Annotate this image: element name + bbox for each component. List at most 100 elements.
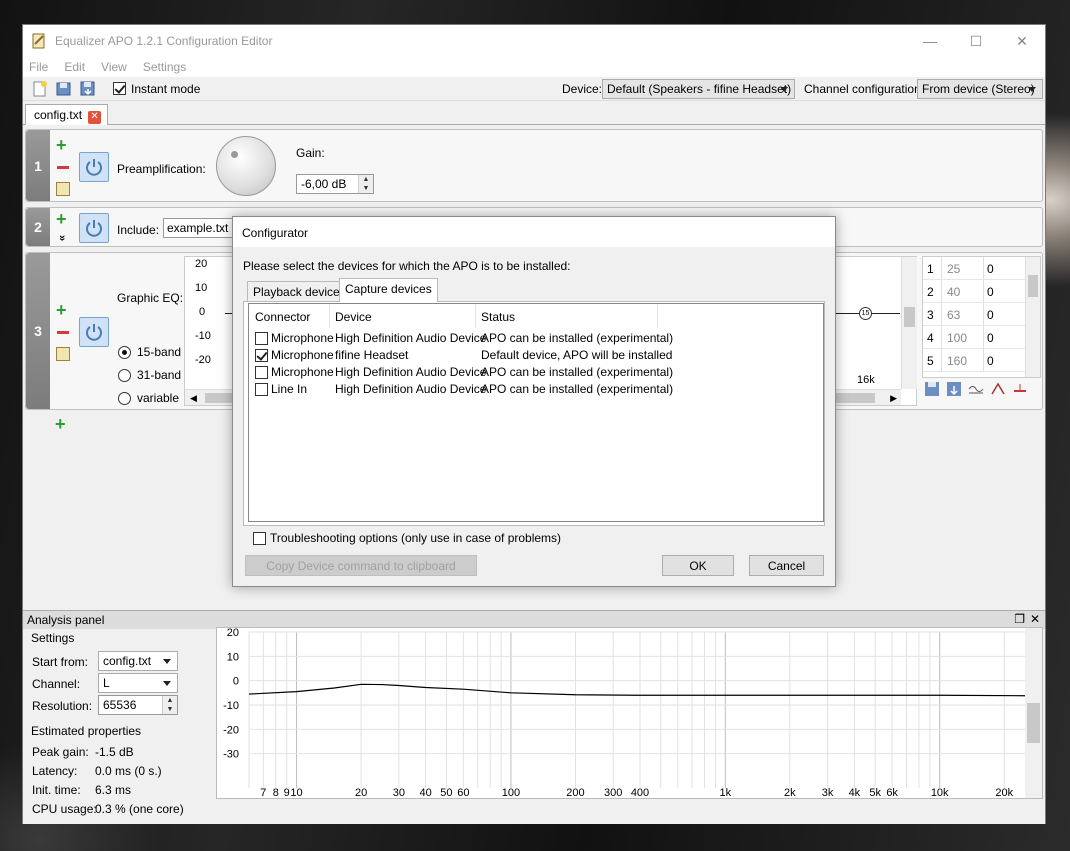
band-row[interactable]: 3 63 0 bbox=[923, 303, 1040, 326]
menu-edit[interactable]: Edit bbox=[64, 60, 85, 74]
power-toggle-icon[interactable] bbox=[79, 317, 109, 347]
band-cell: 2 bbox=[927, 285, 934, 299]
device-row[interactable]: Microphone High Definition Audio Device AP… bbox=[253, 330, 813, 347]
resolution-spinbox[interactable]: 65536 ▲ ▼ bbox=[98, 695, 178, 715]
invert-response-icon[interactable] bbox=[968, 381, 984, 397]
eq-y-tick: -20 bbox=[195, 354, 211, 366]
file-tab[interactable]: config.txt ✕ bbox=[25, 104, 109, 125]
start-from-select[interactable]: config.txt bbox=[98, 651, 178, 671]
band-cell: 25 bbox=[947, 262, 961, 276]
minimize-button[interactable]: — bbox=[907, 25, 953, 57]
radio-31-band-button[interactable] bbox=[118, 369, 131, 383]
instant-mode-checkbox[interactable] bbox=[113, 82, 126, 95]
device-checkbox[interactable] bbox=[255, 366, 268, 379]
close-tab-icon[interactable]: ✕ bbox=[88, 111, 102, 124]
add-filter-icon[interactable]: + bbox=[56, 301, 67, 319]
band-col-divider bbox=[941, 303, 942, 325]
x-tick-label: 1k bbox=[720, 787, 732, 798]
column-status[interactable]: Status bbox=[481, 310, 515, 324]
band-table[interactable]: 1 25 0 2 40 0 3 63 0 4 100 0 5 160 0 bbox=[922, 256, 1041, 378]
dialog-instruction: Please select the devices for which the … bbox=[243, 259, 571, 273]
device-checkbox[interactable] bbox=[255, 332, 268, 345]
device-select[interactable]: Default (Speakers - fifine Headset) bbox=[602, 79, 795, 99]
radio-31-band[interactable]: 31-band bbox=[118, 368, 181, 383]
chart-scroll-thumb[interactable] bbox=[1027, 703, 1040, 743]
menu-view[interactable]: View bbox=[101, 60, 127, 74]
x-tick-label: 4k bbox=[849, 787, 861, 798]
band-row[interactable]: 4 100 0 bbox=[923, 326, 1040, 349]
column-device[interactable]: Device bbox=[335, 310, 372, 324]
band-cell: 3 bbox=[927, 308, 934, 322]
channel-label: Channel: bbox=[32, 677, 81, 691]
edit-filter-icon[interactable] bbox=[56, 347, 70, 361]
open-file-icon[interactable] bbox=[55, 80, 73, 98]
float-panel-icon[interactable]: ❐ bbox=[1014, 612, 1025, 626]
band-row[interactable]: 2 40 0 bbox=[923, 280, 1040, 303]
ok-button[interactable]: OK bbox=[662, 555, 734, 576]
band-col-divider bbox=[983, 303, 984, 325]
close-window-button[interactable]: ✕ bbox=[999, 25, 1045, 57]
spin-arrows-icon[interactable]: ▲ ▼ bbox=[162, 696, 177, 714]
device-checkbox[interactable] bbox=[255, 349, 268, 362]
column-connector[interactable]: Connector bbox=[255, 310, 310, 324]
reset-response-icon[interactable] bbox=[990, 381, 1006, 397]
remove-filter-icon[interactable] bbox=[57, 166, 69, 169]
troubleshoot-option[interactable]: Troubleshooting options (only use in cas… bbox=[253, 531, 561, 546]
save-bands-icon[interactable] bbox=[924, 381, 940, 397]
gain-value: -6,00 dB bbox=[301, 177, 347, 191]
radio-15-band-button[interactable] bbox=[118, 346, 131, 360]
load-bands-icon[interactable] bbox=[946, 381, 962, 397]
menu-settings[interactable]: Settings bbox=[143, 60, 186, 74]
device-row[interactable]: Microphone fifine Headset Default device, … bbox=[253, 347, 813, 364]
device-row[interactable]: Line In High Definition Audio Device APO c… bbox=[253, 381, 813, 398]
band-row[interactable]: 1 25 0 bbox=[923, 257, 1040, 280]
expand-icon[interactable]: » bbox=[56, 235, 68, 241]
radio-15-band[interactable]: 15-band bbox=[118, 345, 181, 360]
save-file-icon[interactable] bbox=[79, 80, 97, 98]
device-checkbox[interactable] bbox=[255, 383, 268, 396]
add-filter-icon[interactable]: + bbox=[56, 136, 67, 154]
add-filter-icon[interactable]: + bbox=[56, 210, 67, 228]
graphic-eq-label: Graphic EQ: bbox=[117, 291, 184, 305]
maximize-button[interactable]: ☐ bbox=[953, 25, 999, 57]
eq-freq-label: 16k bbox=[857, 374, 875, 386]
band-table-scrollbar[interactable] bbox=[1025, 257, 1040, 377]
power-toggle-icon[interactable] bbox=[79, 213, 109, 243]
gain-spinbox[interactable]: -6,00 dB ▲ ▼ bbox=[296, 174, 374, 194]
add-filter-bottom-icon[interactable]: + bbox=[55, 415, 66, 433]
cancel-button[interactable]: Cancel bbox=[749, 555, 824, 576]
spin-arrows-icon[interactable]: ▲ ▼ bbox=[358, 175, 373, 193]
tab-playback-devices[interactable]: Playback devices bbox=[247, 281, 352, 301]
tab-capture-devices[interactable]: Capture devices bbox=[339, 278, 438, 302]
power-toggle-icon[interactable] bbox=[79, 152, 109, 182]
device-list[interactable]: Connector Device Status Microphone High D… bbox=[248, 303, 824, 522]
normalize-icon[interactable] bbox=[1012, 381, 1028, 397]
radio-variable[interactable]: variable bbox=[118, 391, 179, 406]
column-divider bbox=[657, 304, 658, 328]
edit-filter-icon[interactable] bbox=[56, 182, 70, 196]
troubleshoot-checkbox[interactable] bbox=[253, 532, 266, 546]
remove-filter-icon[interactable] bbox=[57, 331, 69, 334]
cpu-usage-label: CPU usage: bbox=[32, 802, 97, 816]
copy-device-command-button[interactable]: Copy Device command to clipboard bbox=[245, 555, 477, 576]
y-tick-label: 10 bbox=[227, 651, 239, 663]
device-row[interactable]: Microphone High Definition Audio Device AP… bbox=[253, 364, 813, 381]
band-row[interactable]: 5 160 0 bbox=[923, 349, 1040, 372]
gain-knob[interactable] bbox=[216, 136, 276, 196]
menu-file[interactable]: File bbox=[29, 60, 48, 74]
new-file-icon[interactable] bbox=[31, 80, 49, 98]
frequency-response-chart[interactable]: 20 10 0 -10 -20 -30 7 8 9 10 20 30 40 50 60 100 200 300 40… bbox=[216, 627, 1043, 799]
eq-band-marker[interactable]: 15 bbox=[859, 307, 872, 320]
channel-config-select[interactable]: From device (Stereo) bbox=[917, 79, 1043, 99]
resolution-value: 65536 bbox=[103, 698, 137, 712]
filter-preamp: 1 + Preamplification: Gain: -6,00 dB ▲ ▼ bbox=[25, 129, 1043, 202]
peak-gain-value: -1.5 dB bbox=[95, 745, 134, 759]
eq-vertical-scrollbar[interactable] bbox=[901, 257, 917, 389]
close-panel-icon[interactable]: ✕ bbox=[1030, 612, 1040, 626]
channel-select[interactable]: L bbox=[98, 673, 178, 693]
radio-variable-button[interactable] bbox=[118, 392, 131, 406]
band-col-divider bbox=[983, 257, 984, 279]
x-tick-label: 5k bbox=[869, 787, 881, 798]
analysis-panel: Analysis panel ❐ ✕ Settings Start from: co… bbox=[23, 610, 1045, 824]
band-cell: 0 bbox=[987, 331, 994, 345]
